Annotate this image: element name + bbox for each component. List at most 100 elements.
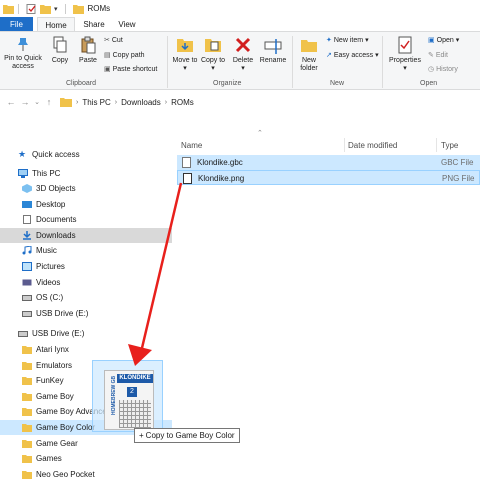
picture-icon [22, 262, 32, 271]
column-name[interactable]: Name [181, 141, 202, 150]
copy-path-icon: ▤ [104, 52, 111, 59]
thumbnail-title: KLONDIKE [117, 374, 153, 383]
ribbon: Pin to Quick access Copy Paste ✂ Cut ▤ Cop… [0, 31, 480, 90]
nav-item-label: Game Boy [36, 391, 74, 401]
folder-icon [22, 361, 32, 370]
nav-this-pc[interactable]: This PC [0, 166, 172, 181]
plus-icon: + [139, 431, 144, 440]
usb-drive-icon [22, 310, 32, 317]
breadcrumb-item[interactable]: This PC [82, 98, 110, 107]
nav-quick-access[interactable]: ★ Quick access [0, 147, 172, 162]
forward-arrow-icon[interactable]: → [18, 97, 32, 107]
rename-label: Rename [259, 57, 287, 64]
cut-button[interactable]: ✂ Cut [104, 36, 123, 45]
folder-icon [22, 408, 32, 417]
nav-item-label: FunKey [36, 376, 64, 386]
dropdown-icon: ▾ [455, 37, 460, 44]
dropdown-icon: ▾ [183, 65, 187, 72]
nav-item-usb-drive-e[interactable]: USB Drive (E:) [0, 306, 172, 321]
back-arrow-icon[interactable]: ← [4, 97, 18, 107]
column-date-modified[interactable]: Date modified [348, 141, 397, 150]
video-icon [22, 279, 32, 286]
breadcrumb-item[interactable]: ROMs [171, 98, 194, 107]
new-item-icon: ✦ [326, 37, 332, 44]
paste-shortcut-icon: ▣ [104, 66, 111, 73]
copy-button[interactable]: Copy [48, 36, 72, 65]
rename-button[interactable]: Rename [258, 36, 288, 65]
history-button[interactable]: ◷ History [428, 65, 458, 74]
organize-group-label: Organize [213, 80, 242, 87]
paste-shortcut-button[interactable]: ▣ Paste shortcut [104, 65, 158, 74]
nav-folder-atari-lynx[interactable]: Atari lynx [0, 342, 172, 357]
recent-dropdown-icon[interactable]: ⌄ [32, 98, 42, 106]
divider[interactable] [344, 138, 345, 152]
qat-dropdown-icon[interactable]: ▾ [54, 5, 58, 13]
nav-item-downloads[interactable]: Downloads [0, 227, 172, 243]
music-note-icon [22, 246, 32, 255]
title-bar: ▾ ROMs [0, 0, 480, 17]
dropdown-icon: ▾ [365, 37, 369, 44]
properties-button[interactable]: Properties ▾ [386, 36, 424, 73]
new-folder-icon[interactable] [40, 4, 51, 14]
pin-to-quick-access-button[interactable]: Pin to Quick access [3, 36, 43, 71]
nav-item-label: Music [36, 246, 57, 256]
dropdown-icon: ▾ [403, 65, 407, 72]
star-icon: ★ [18, 149, 27, 159]
folder-icon [22, 470, 32, 479]
easy-access-button[interactable]: ↗ Easy access ▾ [326, 51, 379, 60]
properties-check-icon [398, 36, 412, 54]
copy-path-button[interactable]: ▤ Copy path [104, 51, 145, 60]
nav-item-label: Games [36, 454, 62, 464]
divider [382, 36, 383, 88]
nav-item-documents[interactable]: Documents [0, 212, 172, 227]
up-arrow-icon[interactable]: ↑ [42, 97, 56, 107]
nav-item-label: Game Boy Color [36, 423, 96, 432]
tab-view[interactable]: View [113, 17, 141, 32]
delete-button[interactable]: Delete ▾ [230, 36, 256, 73]
nav-item-videos[interactable]: Videos [0, 275, 172, 290]
folder-icon [22, 455, 32, 464]
new-item-button[interactable]: ✦ New item ▾ [326, 36, 369, 45]
copy-to-button[interactable]: Copy to ▾ [200, 36, 226, 73]
breadcrumb[interactable]: › This PC › Downloads › ROMs [60, 97, 194, 107]
breadcrumb-item[interactable]: Downloads [121, 98, 161, 107]
chevron-right-icon: › [164, 98, 168, 106]
pin-icon [18, 38, 28, 51]
column-type[interactable]: Type [441, 141, 458, 150]
nav-item-label: Downloads [36, 230, 76, 240]
nav-usb-drive[interactable]: USB Drive (E:) [0, 326, 172, 341]
cube-icon [22, 184, 32, 193]
nav-item-3d-objects[interactable]: 3D Objects [0, 181, 172, 196]
move-to-button[interactable]: Move to ▾ [172, 36, 198, 73]
delete-label: Delete [232, 57, 254, 64]
rename-icon [264, 39, 282, 54]
nav-item-music[interactable]: Music [0, 243, 172, 258]
open-button[interactable]: ▣ Open ▾ [428, 36, 460, 45]
nav-item-label: Neo Geo Pocket [36, 469, 95, 479]
nav-item-label: OS (C:) [36, 293, 64, 303]
paste-button[interactable]: Paste [75, 36, 101, 65]
new-folder-button[interactable]: New folder [296, 36, 322, 73]
nav-item-desktop[interactable]: Desktop [0, 197, 172, 212]
move-to-icon [177, 39, 193, 52]
drag-preview: KLONDIKE HOMEBREW GB 2 [92, 360, 163, 432]
properties-check-icon[interactable] [26, 3, 37, 14]
tab-share[interactable]: Share [80, 17, 108, 32]
nav-folder-games[interactable]: Games [0, 451, 172, 466]
nav-item-label: Videos [36, 277, 61, 287]
nav-folder-neo-geo-pocket[interactable]: Neo Geo Pocket [0, 467, 172, 482]
tab-file[interactable]: File [0, 17, 33, 32]
nav-item-pictures[interactable]: Pictures [0, 259, 172, 274]
chevron-right-icon: › [114, 98, 118, 106]
tab-home[interactable]: Home [37, 17, 75, 32]
edit-button[interactable]: ✎ Edit [428, 51, 448, 60]
nav-item-os-c[interactable]: OS (C:) [0, 290, 172, 305]
folder-icon [22, 424, 32, 432]
file-row[interactable]: Klondike.png PNG File [177, 170, 480, 185]
copy-label: Copy [51, 57, 69, 64]
file-row[interactable]: Klondike.gbc GBC File [177, 155, 480, 170]
paste-shortcut-label: Paste shortcut [112, 65, 158, 73]
divider[interactable] [436, 138, 437, 152]
file-type: PNG File [442, 174, 475, 183]
copy-icon [53, 36, 67, 53]
